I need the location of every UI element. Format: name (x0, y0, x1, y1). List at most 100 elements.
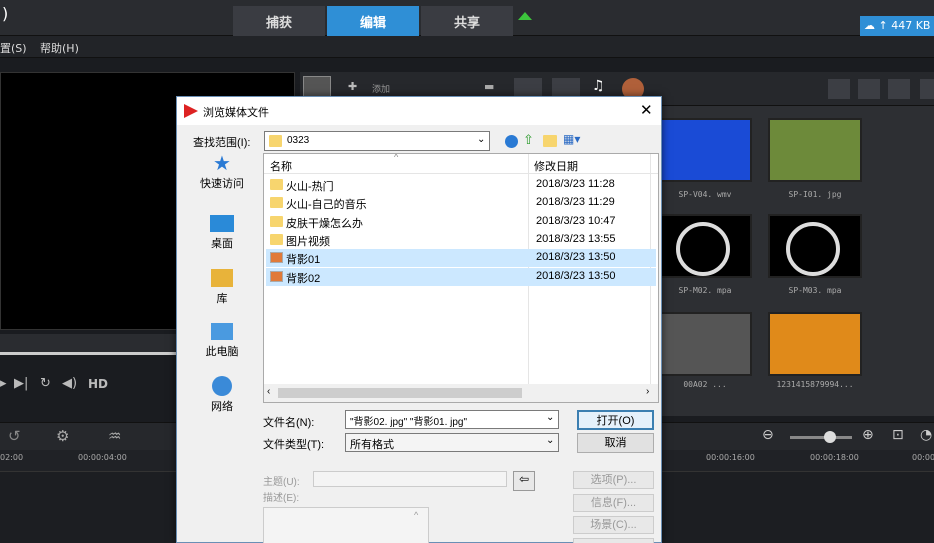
media-thumb-label: 1231415879994... (776, 380, 854, 389)
audio-wave-icon[interactable]: ♒ (108, 427, 121, 445)
grid-view-icon[interactable] (888, 79, 910, 99)
cloud-upload-badge[interactable]: ☁ ↑ 447 KB (860, 16, 934, 36)
scene-button[interactable]: 场景(C)... (573, 516, 654, 534)
place-library[interactable]: 库 (181, 267, 263, 321)
place-label: 快速访问 (200, 178, 244, 190)
zoom-out-icon[interactable]: ⊖ (762, 427, 774, 443)
column-date[interactable]: 修改日期 (534, 158, 578, 174)
folder-row[interactable]: 火山-自己的音乐 2018/3/23 11:29 (266, 194, 656, 212)
file-date: 2018/3/23 13:50 (536, 269, 616, 282)
cancel-button[interactable]: 取消 (577, 433, 654, 453)
file-row[interactable]: 背影02 2018/3/23 13:50 (266, 267, 656, 286)
info-button[interactable]: 信息(F)... (573, 494, 654, 512)
zoom-slider-handle[interactable] (824, 431, 836, 443)
add-icon[interactable]: ✚ (348, 80, 357, 93)
column-name[interactable]: 名称 (270, 158, 292, 174)
place-label: 此电脑 (205, 346, 239, 358)
menu-bar: 置(S) 帮助(H) (0, 36, 934, 58)
folder-icon[interactable]: ▬ (484, 80, 494, 93)
file-name: 皮肤干燥怎么办 (286, 217, 363, 230)
thumbnail-view-icon[interactable] (828, 79, 850, 99)
chevron-down-icon: ⌄ (546, 435, 555, 446)
place-desktop[interactable]: 桌面 (181, 213, 263, 267)
star-icon: ★ (213, 153, 231, 175)
dialog-title: 浏览媒体文件 (203, 107, 269, 119)
video-editor-window: ) 捕获 编辑 共享 ☁ ↑ 447 KB 置(S) 帮助(H) ▸ ▶| ↻ … (0, 0, 934, 543)
fit-icon[interactable]: ⊡ (892, 427, 904, 443)
speaker-icon (786, 222, 840, 276)
more-button[interactable] (573, 538, 654, 543)
zoom-slider[interactable] (790, 436, 852, 439)
folder-row[interactable]: 皮肤干燥怎么办 2018/3/23 10:47 (266, 213, 656, 231)
add-label[interactable]: 添加 (372, 82, 390, 95)
view-menu-icon[interactable]: ▦▾ (563, 132, 580, 146)
next-frame-icon[interactable]: ▶| (14, 376, 28, 391)
scroll-right-icon[interactable]: › (646, 386, 649, 397)
folder-icon (270, 179, 283, 190)
file-name: 火山-热门 (286, 181, 334, 193)
hd-toggle[interactable]: HD (88, 377, 108, 391)
chevron-down-icon: ⌄ (546, 412, 555, 423)
image-file-icon (270, 252, 283, 264)
app-logo-icon (184, 104, 198, 118)
scroll-up-icon[interactable]: ^ (414, 510, 418, 520)
places-bar: ★ 快速访问 桌面 库 此电脑 网络 (181, 153, 263, 423)
lookin-select[interactable]: 0323 ⌄ (264, 131, 490, 151)
file-name: 图片视频 (286, 235, 330, 248)
horizontal-scrollbar[interactable]: ‹ › (264, 384, 658, 402)
subject-input[interactable] (313, 471, 507, 487)
library-icon (211, 269, 233, 287)
network-icon (212, 376, 232, 396)
repeat-icon[interactable]: ↻ (40, 376, 51, 391)
filetype-select[interactable]: 所有格式 ⌄ (345, 433, 559, 452)
tab-share[interactable]: 共享 (421, 6, 513, 36)
chevron-down-icon: ⌄ (477, 134, 486, 145)
place-this-pc[interactable]: 此电脑 (181, 321, 263, 375)
media-thumb[interactable] (658, 312, 752, 376)
list-view-icon[interactable] (858, 79, 880, 99)
open-button[interactable]: 打开(O) (577, 410, 654, 430)
file-date: 2018/3/23 13:55 (536, 232, 616, 245)
media-thumb[interactable] (768, 118, 862, 182)
tab-edit[interactable]: 编辑 (327, 6, 419, 36)
media-thumb[interactable] (658, 118, 752, 182)
description-input[interactable]: ^ (263, 507, 429, 543)
arrow-left-icon[interactable]: ⇦ (513, 471, 535, 491)
music-filter-icon[interactable]: ♫ (592, 78, 605, 94)
top-bar: ) 捕获 编辑 共享 ☁ ↑ 447 KB (0, 0, 934, 36)
media-thumb-label: SP-M02. mpa (678, 286, 732, 295)
upload-arrow-icon[interactable] (518, 12, 532, 20)
play-icon[interactable]: ▸ (0, 376, 7, 391)
zoom-in-icon[interactable]: ⊕ (862, 427, 874, 443)
ruler-tick: 00:00:04:00 (78, 453, 127, 462)
file-list[interactable]: 名称 ^ 修改日期 火山-热门 2018/3/23 11:28 火山-自己的音乐 20… (263, 153, 659, 403)
place-network[interactable]: 网络 (181, 375, 263, 429)
folder-row[interactable]: 图片视频 2018/3/23 13:55 (266, 231, 656, 249)
menu-settings[interactable]: 置(S) (0, 40, 27, 56)
menu-help[interactable]: 帮助(H) (40, 40, 79, 56)
lookin-label: 查找范围(I): (193, 137, 251, 149)
ruler-tick: 00:00 (912, 453, 934, 462)
scrollbar-thumb[interactable] (278, 388, 522, 398)
options-button[interactable]: 选项(P)... (573, 471, 654, 489)
up-folder-icon[interactable]: ⇧ (523, 132, 534, 148)
tab-capture[interactable]: 捕获 (233, 6, 325, 36)
app-corner-glyph: ) (2, 4, 9, 23)
mixer-icon[interactable]: ⚙ (56, 427, 69, 445)
scroll-left-icon[interactable]: ‹ (267, 386, 270, 397)
volume-icon[interactable]: ◀) (62, 376, 77, 391)
filename-input[interactable]: "背影02. jpg" "背影01. jpg" ⌄ (345, 410, 559, 429)
browse-media-dialog: 浏览媒体文件 ✕ 查找范围(I): 0323 ⌄ ⇧ ▦▾ ★ 快速访问 桌面 … (176, 96, 662, 543)
folder-row[interactable]: 火山-热门 2018/3/23 11:28 (266, 176, 656, 194)
filetype-label: 文件类型(T): (263, 439, 325, 451)
media-thumb[interactable] (768, 312, 862, 376)
file-row[interactable]: 背影01 2018/3/23 13:50 (266, 249, 656, 268)
clock-icon[interactable]: ◔ (920, 427, 932, 443)
desktop-icon (210, 215, 234, 232)
more-view-icon[interactable] (920, 79, 934, 99)
close-icon[interactable]: ✕ (640, 101, 653, 119)
undo-icon[interactable]: ↺ (8, 427, 21, 445)
back-icon[interactable] (505, 135, 518, 148)
new-folder-icon[interactable] (543, 135, 557, 147)
place-quick-access[interactable]: ★ 快速访问 (181, 153, 263, 207)
